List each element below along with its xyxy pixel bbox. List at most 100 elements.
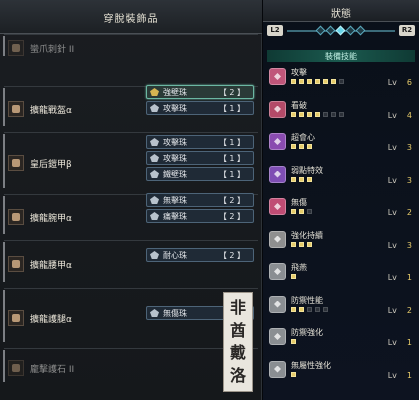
- status-tab-4[interactable]: [345, 25, 356, 36]
- decoration-slot[interactable]: 攻擊珠 【 1 】: [146, 135, 254, 149]
- skill-level-pips: [291, 111, 371, 118]
- skill-level-value: 2: [406, 305, 412, 315]
- skill-row[interactable]: 防禦強化 Lv 1: [267, 326, 415, 352]
- skill-pip: [307, 144, 312, 149]
- skill-level-value: 2: [406, 208, 412, 217]
- decoration-panel-header: 穿脫裝飾品: [0, 0, 262, 34]
- equipment-slot-arms[interactable]: 擴龍腕甲α: [4, 203, 144, 231]
- decoration-slot[interactable]: 痛擊珠 【 2 】: [146, 209, 254, 223]
- skill-row[interactable]: 超會心 Lv 3: [267, 131, 415, 157]
- arms-icon: [8, 209, 24, 225]
- guard-icon: [269, 295, 286, 313]
- skill-pip: [339, 111, 344, 117]
- skill-level-pips: [291, 274, 371, 280]
- skill-row[interactable]: 看破 Lv 4: [267, 99, 415, 125]
- equipment-slot-legs[interactable]: 擴龍護腿α: [4, 304, 144, 332]
- skill-level: Lv 3: [388, 176, 412, 185]
- decoration-slot[interactable]: 攻擊珠 【 1 】: [146, 101, 254, 115]
- status-tab-3[interactable]: [335, 25, 346, 36]
- equipment-slot-charm[interactable]: 龐擊護石 II: [4, 354, 144, 382]
- skill-level-label: Lv: [387, 370, 397, 380]
- decoration-slot[interactable]: 鐵壁珠 【 1 】: [146, 167, 254, 181]
- skill-pip: [331, 111, 336, 117]
- watermark-char: 酋: [229, 320, 246, 340]
- skill-pip: [291, 274, 296, 279]
- r2-button[interactable]: R2: [399, 25, 415, 36]
- watermark-char: 非: [229, 298, 246, 318]
- equipment-name: 擴龍腰甲α: [30, 261, 72, 271]
- skill-row[interactable]: 無傷 Lv 2: [267, 196, 415, 222]
- jewel-icon: [150, 212, 159, 220]
- status-tab-1[interactable]: [315, 25, 326, 36]
- skill-level-label: Lv: [387, 175, 397, 185]
- equipment-name: 蠻爪刺針 II: [30, 45, 75, 55]
- skill-pip: [331, 79, 336, 84]
- skills-section-title: 裝備技能: [325, 52, 357, 61]
- skill-row[interactable]: 無屬性強化 Lv 1: [267, 359, 415, 385]
- decoration-panel: 穿脫裝飾品 蠻爪刺針 II 擴龍戰盔α 強壁珠【 2 】攻擊珠【 1 】皇后鎧甲β 攻…: [0, 0, 262, 400]
- skill-level-value: 3: [406, 240, 412, 250]
- skill-level-label: Lv: [387, 208, 397, 217]
- equipment-slot-weapon[interactable]: 蠻爪刺針 II: [4, 34, 144, 62]
- skill-pip: [291, 371, 296, 377]
- legs-icon: [8, 310, 24, 326]
- skill-level-label: Lv: [387, 273, 397, 282]
- skill-level-pips: [291, 306, 371, 313]
- skill-level: Lv 2: [388, 208, 412, 217]
- skill-pip: [307, 79, 312, 84]
- charm-icon: [8, 360, 24, 376]
- helm-icon: [8, 101, 24, 117]
- skill-pip: [291, 241, 296, 247]
- decoration-panel-title: 穿脫裝飾品: [103, 14, 159, 25]
- skill-row[interactable]: 攻擊 Lv 6: [267, 66, 415, 92]
- skill-name: 弱點特效: [291, 165, 323, 175]
- decoration-level: 【 1 】: [218, 154, 245, 163]
- skill-pip: [323, 79, 328, 84]
- skill-level-label: Lv: [387, 110, 397, 120]
- skill-row[interactable]: 飛燕 Lv 1: [267, 261, 415, 287]
- decoration-slot[interactable]: 攻擊珠 【 1 】: [146, 151, 254, 165]
- equipment-slot-helm[interactable]: 擴龍戰盔α: [4, 95, 144, 123]
- skill-pip: [299, 79, 304, 84]
- skill-pip: [291, 111, 296, 117]
- skill-pip: [291, 144, 296, 149]
- skill-row[interactable]: 防禦性能 Lv 2: [267, 294, 415, 320]
- decoration-name: 攻擊珠: [163, 154, 187, 163]
- skill-row[interactable]: 弱點特效 Lv 3: [267, 164, 415, 190]
- status-tab-2[interactable]: [325, 25, 336, 36]
- skill-level: Lv 1: [388, 338, 412, 347]
- skill-pip: [315, 79, 320, 84]
- skill-pip: [291, 209, 296, 214]
- skill-level: Lv 4: [388, 111, 412, 120]
- peak-performance-icon: [269, 198, 286, 215]
- skill-level: Lv 3: [388, 143, 412, 152]
- equipment-name: 擴龍戰盔α: [30, 106, 72, 116]
- equipment-divider: [4, 288, 258, 289]
- skill-row[interactable]: 強化持續 Lv 3: [267, 229, 415, 255]
- skill-level-pips: [291, 176, 371, 183]
- skill-level-label: Lv: [387, 78, 397, 87]
- status-panel-title: 狀態: [331, 9, 351, 20]
- skill-pip: [299, 209, 304, 214]
- equipment-slot-chest[interactable]: 皇后鎧甲β: [4, 149, 144, 177]
- skill-pip: [299, 241, 304, 247]
- skill-level: Lv 1: [388, 371, 412, 380]
- skills-section-header: 裝備技能: [267, 50, 415, 62]
- skill-level-value: 1: [406, 273, 412, 282]
- watermark-char: 洛: [229, 365, 246, 385]
- skill-pip: [291, 306, 296, 312]
- skill-pip: [299, 306, 304, 312]
- skill-pip: [307, 176, 312, 182]
- l2-button[interactable]: L2: [267, 25, 283, 36]
- critical-eye-icon: [269, 100, 286, 118]
- decoration-slot[interactable]: 無擊珠 【 2 】: [146, 193, 254, 207]
- equipment-slot-waist[interactable]: 擴龍腰甲α: [4, 250, 144, 278]
- skill-name: 防禦性能: [291, 295, 323, 305]
- status-tab-5[interactable]: [355, 25, 366, 36]
- skill-level-pips: [291, 241, 371, 248]
- skill-level-label: Lv: [387, 305, 397, 315]
- decoration-slot[interactable]: 強壁珠 【 2 】: [146, 85, 254, 99]
- decoration-slot[interactable]: 耐心珠 【 2 】: [146, 248, 254, 262]
- skill-name: 防禦強化: [291, 328, 323, 337]
- decoration-name: 痛擊珠: [163, 212, 187, 221]
